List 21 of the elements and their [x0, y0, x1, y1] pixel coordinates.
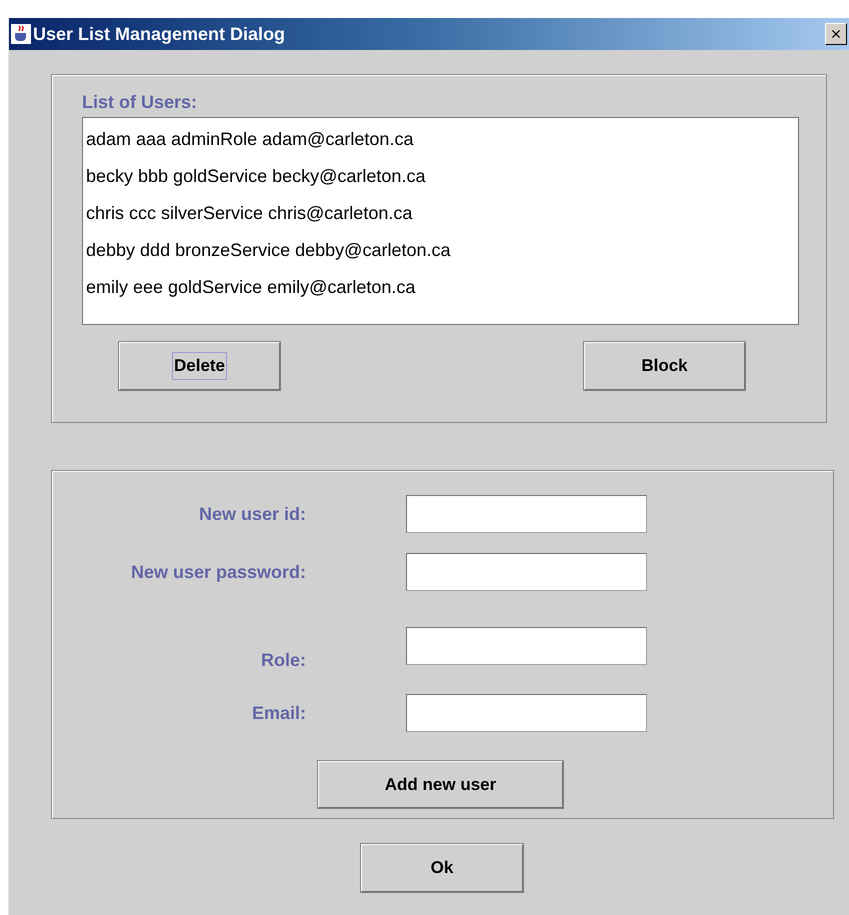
input-field[interactable]: [406, 495, 647, 533]
window-title: User List Management Dialog: [33, 22, 286, 46]
field-label: Email:: [252, 702, 306, 724]
input-field[interactable]: [406, 553, 647, 591]
input-field[interactable]: [406, 694, 647, 732]
field-label: New user id:: [198, 502, 306, 526]
field-label: New user password:: [130, 560, 306, 584]
action-button[interactable]: Block: [584, 342, 745, 390]
close-button[interactable]: ×: [825, 23, 847, 45]
user-list-item[interactable]: debby ddd bronzeService debby@carleton.ca: [86, 232, 450, 269]
list-label: List of Users:: [82, 91, 198, 113]
action-button[interactable]: Delete: [119, 342, 280, 390]
user-list-item[interactable]: emily eee goldService emily@carleton.ca: [86, 269, 416, 306]
user-list-item[interactable]: adam aaa adminRole adam@carleton.ca: [86, 121, 414, 158]
cup-icon: [11, 24, 31, 44]
field-label: Role:: [261, 649, 306, 672]
user-list-item[interactable]: becky bbb goldService becky@carleton.ca: [86, 158, 426, 195]
add-user-button[interactable]: Add new user: [318, 761, 563, 808]
input-field[interactable]: [406, 626, 647, 664]
ok-button[interactable]: Ok: [361, 844, 523, 892]
user-list-item[interactable]: chris ccc silverService chris@carleton.ca: [86, 195, 412, 232]
